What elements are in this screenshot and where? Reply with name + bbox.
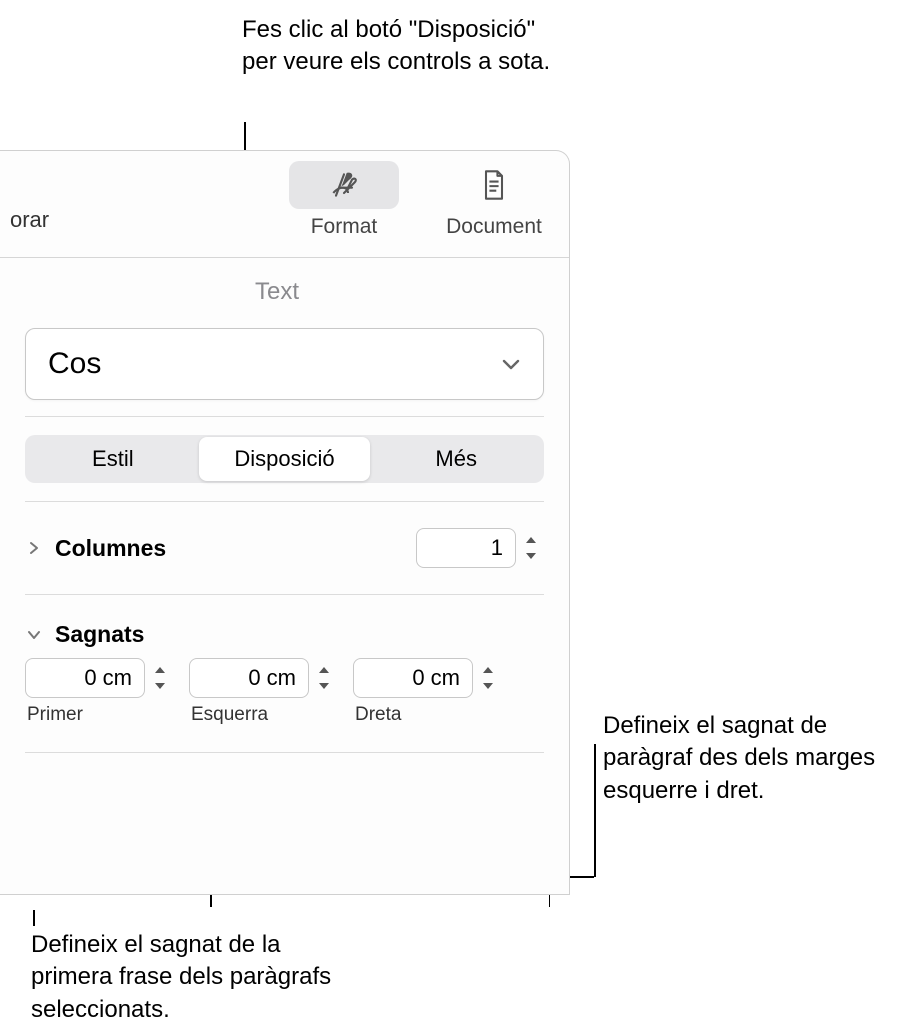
indent-right-stepper bbox=[475, 658, 501, 698]
chevron-down-icon bbox=[501, 357, 521, 371]
paragraph-style-dropdown[interactable]: Cos bbox=[25, 328, 544, 400]
indent-first: 0 cm Primer bbox=[25, 658, 173, 726]
divider bbox=[25, 594, 544, 595]
inspector-panel: orar Format Document bbox=[0, 150, 570, 895]
indents-section: Sagnats bbox=[0, 607, 569, 654]
indent-right: 0 cm Dreta bbox=[353, 658, 501, 726]
format-icon bbox=[289, 161, 399, 209]
toolbar-partial-label: orar bbox=[10, 207, 49, 239]
indent-right-label: Dreta bbox=[353, 704, 501, 726]
toolbar-document-label: Document bbox=[446, 215, 542, 239]
columns-input[interactable]: 1 bbox=[416, 528, 516, 568]
columns-section: Columnes 1 bbox=[0, 514, 569, 582]
divider bbox=[25, 416, 544, 417]
paragraph-style-value: Cos bbox=[48, 347, 101, 381]
stepper-up-icon[interactable] bbox=[311, 663, 337, 677]
tab-mes[interactable]: Més bbox=[370, 437, 542, 481]
stepper-down-icon[interactable] bbox=[518, 549, 544, 563]
indent-first-stepper bbox=[147, 658, 173, 698]
stepper-down-icon[interactable] bbox=[147, 679, 173, 693]
panel-text-label: Text bbox=[0, 258, 569, 318]
tab-estil[interactable]: Estil bbox=[27, 437, 199, 481]
callout-top: Fes clic al botó "Disposició" per veure … bbox=[242, 14, 562, 79]
toolbar: orar Format Document bbox=[0, 151, 569, 258]
indents-label: Sagnats bbox=[55, 621, 544, 648]
tab-disposicio[interactable]: Disposició bbox=[199, 437, 371, 481]
indent-left: 0 cm Esquerra bbox=[189, 658, 337, 726]
callout-bottom: Defineix el sagnat de la primera frase d… bbox=[31, 929, 351, 1026]
columns-stepper-buttons bbox=[518, 528, 544, 568]
stepper-up-icon[interactable] bbox=[475, 663, 501, 677]
layout-tabs: Estil Disposició Més bbox=[25, 435, 544, 483]
stepper-up-icon[interactable] bbox=[147, 663, 173, 677]
disclosure-closed-icon[interactable] bbox=[25, 539, 43, 557]
callout-line-right-v bbox=[594, 744, 596, 877]
indent-left-input[interactable]: 0 cm bbox=[189, 658, 309, 698]
columns-stepper: 1 bbox=[416, 528, 544, 568]
indent-right-input[interactable]: 0 cm bbox=[353, 658, 473, 698]
toolbar-document[interactable]: Document bbox=[439, 161, 549, 239]
indent-first-label: Primer bbox=[25, 704, 173, 726]
callout-right: Defineix el sagnat de paràgraf des dels … bbox=[603, 710, 923, 807]
divider bbox=[25, 501, 544, 502]
document-icon bbox=[439, 161, 549, 209]
callout-line-bottom bbox=[33, 910, 35, 926]
indent-left-label: Esquerra bbox=[189, 704, 337, 726]
indent-controls: 0 cm Primer 0 cm bbox=[0, 654, 569, 734]
toolbar-format-label: Format bbox=[311, 215, 378, 239]
columns-label: Columnes bbox=[55, 535, 416, 562]
stepper-down-icon[interactable] bbox=[311, 679, 337, 693]
indent-left-stepper bbox=[311, 658, 337, 698]
disclosure-open-icon[interactable] bbox=[25, 626, 43, 644]
indent-first-input[interactable]: 0 cm bbox=[25, 658, 145, 698]
stepper-up-icon[interactable] bbox=[518, 533, 544, 547]
toolbar-format[interactable]: Format bbox=[289, 161, 399, 239]
stepper-down-icon[interactable] bbox=[475, 679, 501, 693]
divider bbox=[25, 752, 544, 753]
